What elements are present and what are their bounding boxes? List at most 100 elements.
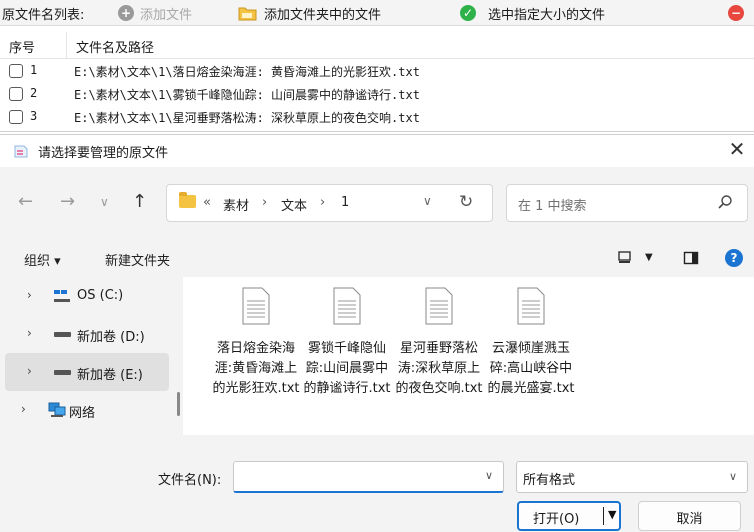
file-type-select[interactable]: 所有格式 ∨ [516, 461, 748, 493]
nav-item-label: 网络 [69, 406, 96, 421]
file-list-label: 原文件名列表: [2, 8, 85, 23]
open-button-label: 打开(O) [533, 512, 580, 527]
breadcrumb-separator: › [262, 195, 268, 210]
file-item[interactable]: 星河垂野落松涛:深秋草原上的夜色交响.txt [395, 287, 483, 427]
preview-pane-icon[interactable] [683, 250, 699, 266]
file-item[interactable]: 雾锁千峰隐仙踪:山间晨雾中的静谧诗行.txt [303, 287, 391, 427]
view-options-icon[interactable] [617, 250, 633, 266]
row-path: E:\素材\文本\1\落日熔金染海涯: 黄昏海滩上的光影狂欢.txt [74, 65, 420, 79]
drive-icon [54, 370, 71, 375]
open-button[interactable]: 打开(O) ▼ [517, 501, 621, 531]
view-chevron-down-icon[interactable]: ▼ [645, 252, 653, 263]
breadcrumb-item[interactable]: 1 [341, 195, 349, 210]
text-file-icon [333, 287, 361, 325]
network-icon [48, 402, 66, 417]
open-dropdown-icon[interactable]: ▼ [608, 508, 616, 521]
new-folder-button[interactable]: 新建文件夹 [105, 250, 170, 269]
open-file-dialog: 请选择要管理的原文件 ✕ ← → ∨ ↑ « 素材 › 文本 › 1 ∨ ↻ 在… [0, 134, 754, 532]
dialog-footer: 文件名(N): ∨ 所有格式 ∨ 打开(O) ▼ 取消 [0, 435, 754, 532]
recent-chevron-down-icon[interactable]: ∨ [100, 195, 109, 209]
search-input[interactable]: 在 1 中搜索 [518, 195, 587, 214]
select-size-button[interactable]: ✓ 选中指定大小的文件 [460, 2, 605, 24]
chevron-down-icon[interactable]: ∨ [423, 194, 432, 208]
table-row[interactable]: 3 E:\素材\文本\1\星河垂野落松涛: 深秋草原上的夜色交响.txt [0, 106, 754, 129]
file-type-value: 所有格式 [523, 473, 576, 488]
column-divider [66, 32, 67, 58]
app-toolbar: 原文件名列表: + 添加文件 添加文件夹中的文件 ✓ 选中指定大小的文件 − [0, 0, 754, 26]
dialog-title: 请选择要管理的原文件 [38, 146, 169, 161]
file-item[interactable]: 云瀑倾崖溅玉碎:高山峡谷中的晨光盛宴.txt [487, 287, 575, 427]
up-arrow-icon[interactable]: ↑ [132, 191, 147, 212]
row-index: 2 [30, 86, 38, 100]
row-checkbox[interactable] [9, 64, 23, 78]
chevron-right-icon[interactable]: › [27, 288, 32, 302]
add-folder-files-label: 添加文件夹中的文件 [264, 7, 382, 23]
chevron-right-icon[interactable]: › [27, 326, 32, 340]
file-list-pane: 落日熔金染海涯:黄昏海滩上的光影狂欢.txt 雾锁千峰隐仙踪:山间晨雾中的静谧诗… [189, 277, 754, 435]
app-icon [14, 145, 28, 158]
filename-chevron-down-icon[interactable]: ∨ [485, 469, 493, 482]
add-icon: + [118, 5, 134, 21]
filename-label: 文件名(N): [158, 473, 222, 488]
add-folder-files-button[interactable]: 添加文件夹中的文件 [238, 2, 381, 24]
folder-icon [179, 192, 196, 208]
add-file-label: 添加文件 [140, 7, 193, 23]
nav-item-c-drive[interactable]: › OS (C:) [5, 277, 169, 315]
nav-item-e-drive[interactable]: › 新加卷 (E:) [5, 353, 169, 391]
remove-button[interactable]: − [728, 2, 744, 24]
organize-button[interactable]: 组织 ▾ [24, 250, 61, 269]
nav-item-d-drive[interactable]: › 新加卷 (D:) [5, 315, 169, 353]
search-icon[interactable] [717, 194, 733, 210]
path-box[interactable]: « 素材 › 文本 › 1 ∨ ↻ [166, 184, 493, 222]
nav-item-label: 新加卷 (D:) [77, 330, 145, 345]
check-circle-icon: ✓ [460, 5, 476, 21]
nav-scrollbar[interactable] [177, 392, 180, 416]
search-box[interactable]: 在 1 中搜索 [506, 184, 748, 222]
breadcrumb-item[interactable]: 文本 [281, 195, 307, 214]
back-arrow-icon[interactable]: ← [18, 191, 33, 212]
filename-field[interactable] [233, 461, 504, 493]
file-name: 云瀑倾崖溅玉碎:高山峡谷中的晨光盛宴.txt [487, 341, 575, 396]
minus-circle-icon: − [728, 5, 744, 21]
file-name: 落日熔金染海涯:黄昏海滩上的光影狂欢.txt [212, 341, 300, 396]
column-header-index: 序号 [9, 41, 36, 56]
row-index: 1 [30, 63, 38, 77]
file-item[interactable]: 落日熔金染海涯:黄昏海滩上的光影狂欢.txt [212, 287, 300, 427]
column-header-path: 文件名及路径 [76, 41, 155, 56]
close-icon[interactable]: ✕ [726, 139, 748, 161]
text-file-icon [517, 287, 545, 325]
text-file-icon [425, 287, 453, 325]
row-path: E:\素材\文本\1\雾锁千峰隐仙踪: 山间晨雾中的静谧诗行.txt [74, 88, 420, 102]
address-bar: ← → ∨ ↑ « 素材 › 文本 › 1 ∨ ↻ 在 1 中搜索 [0, 167, 754, 239]
add-file-button[interactable]: + 添加文件 [118, 2, 192, 24]
table-row[interactable]: 2 E:\素材\文本\1\雾锁千峰隐仙踪: 山间晨雾中的静谧诗行.txt [0, 83, 754, 106]
os-drive-icon [54, 290, 70, 302]
row-checkbox[interactable] [9, 110, 23, 124]
nav-item-network[interactable]: › 网络 [5, 391, 169, 429]
cancel-button[interactable]: 取消 [638, 501, 741, 531]
breadcrumb-overflow[interactable]: « [203, 195, 211, 210]
table-row[interactable]: 1 E:\素材\文本\1\落日熔金染海涯: 黄昏海滩上的光影狂欢.txt [0, 60, 754, 83]
chevron-right-icon[interactable]: › [27, 364, 32, 378]
text-file-icon [242, 287, 270, 325]
file-name: 星河垂野落松涛:深秋草原上的夜色交响.txt [395, 341, 483, 396]
forward-arrow-icon[interactable]: → [60, 191, 75, 212]
breadcrumb-separator: › [320, 195, 326, 210]
help-icon[interactable]: ? [725, 249, 743, 267]
header-divider [0, 58, 754, 59]
folder-add-icon [238, 7, 257, 21]
cancel-button-label: 取消 [676, 512, 703, 527]
row-index: 3 [30, 109, 38, 123]
breadcrumb-item[interactable]: 素材 [223, 195, 249, 214]
navigation-pane: › OS (C:) › 新加卷 (D:) › 新加卷 (E:) › 网络 [0, 277, 183, 435]
file-table: 序号 文件名及路径 1 E:\素材\文本\1\落日熔金染海涯: 黄昏海滩上的光影… [0, 27, 754, 132]
file-name: 雾锁千峰隐仙踪:山间晨雾中的静谧诗行.txt [303, 341, 391, 396]
refresh-icon[interactable]: ↻ [459, 192, 473, 212]
nav-item-label: OS (C:) [77, 288, 124, 303]
row-checkbox[interactable] [9, 87, 23, 101]
chevron-down-icon[interactable]: ∨ [729, 470, 737, 483]
nav-item-label: 新加卷 (E:) [77, 368, 143, 383]
row-path: E:\素材\文本\1\星河垂野落松涛: 深秋草原上的夜色交响.txt [74, 111, 420, 125]
command-bar: 组织 ▾ 新建文件夹 ▼ ? [0, 239, 754, 277]
chevron-right-icon[interactable]: › [21, 402, 26, 416]
